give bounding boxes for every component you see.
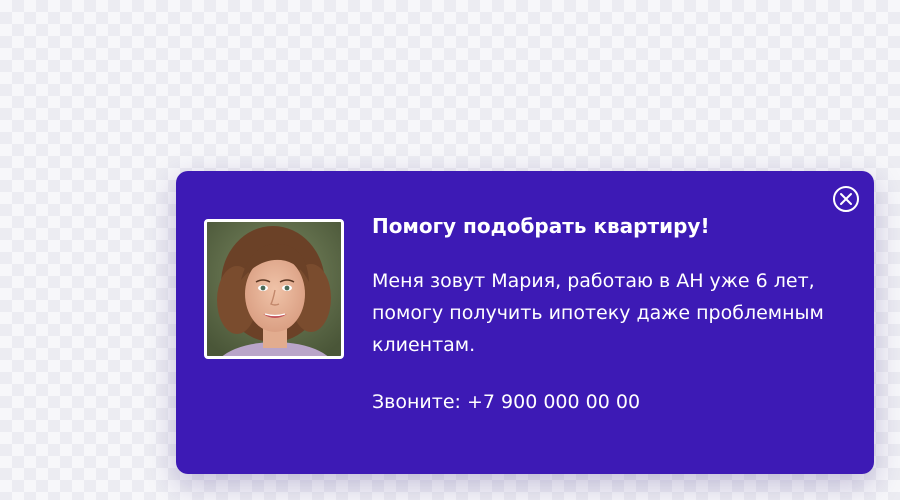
agent-avatar [204, 219, 344, 359]
agent-photo-icon [207, 222, 341, 356]
phone-line: Звоните: +7 900 000 00 00 [372, 389, 842, 415]
popup-description: Меня зовут Мария, работаю в АН уже 6 лет… [372, 270, 824, 356]
call-label: Звоните: [372, 391, 461, 413]
close-circle-icon [833, 186, 859, 212]
popup-content: Помогу подобрать квартиру! Меня зовут Ма… [372, 213, 842, 415]
phone-link[interactable]: +7 900 000 00 00 [467, 391, 640, 413]
close-button[interactable] [832, 185, 860, 213]
popup-title: Помогу подобрать квартиру! [372, 214, 710, 238]
contact-popup: Помогу подобрать квартиру! Меня зовут Ма… [176, 171, 874, 474]
